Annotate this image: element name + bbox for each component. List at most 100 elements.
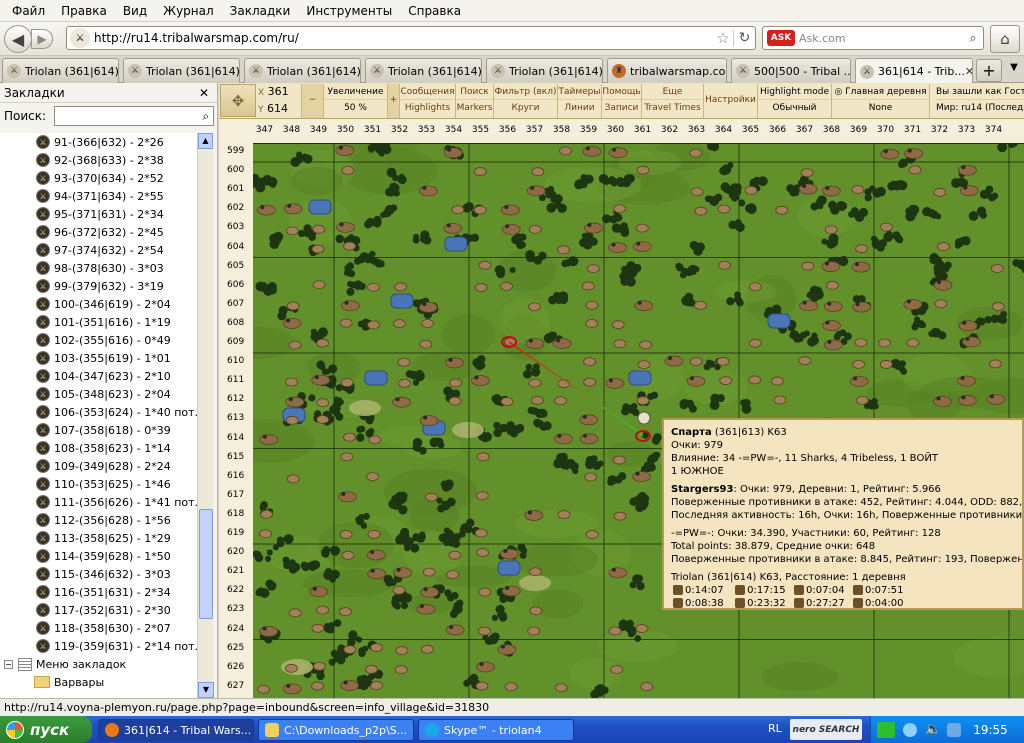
tab-1[interactable]: ⚔ Triolan (361|614)...	[2, 58, 119, 83]
radio-icon[interactable]: ◎	[834, 87, 842, 97]
settings-button[interactable]: Настройки	[703, 84, 757, 118]
bookmark-item[interactable]: ⚔ 96-(372|632) - 2*45	[0, 223, 197, 241]
bookmark-item[interactable]: ⚔ 99-(379|632) - 3*19	[0, 277, 197, 295]
tab-5[interactable]: ⚔ Triolan (361|614)...	[486, 58, 603, 83]
tab-7[interactable]: ⚔ 500|500 - Tribal ...	[731, 58, 851, 83]
green-arrow-icon[interactable]	[877, 721, 895, 738]
search-markers-button[interactable]: Поиск Markers	[455, 84, 493, 118]
start-button[interactable]: пуск	[0, 716, 92, 743]
close-icon[interactable]: ✕	[199, 86, 209, 100]
nero-search-box[interactable]: nero SEARCH	[790, 719, 862, 740]
tab-3[interactable]: ⚔ Triolan (361|614)...	[244, 58, 361, 83]
notes-label[interactable]: Записи	[605, 103, 639, 113]
pan-arrows-icon[interactable]: ✥	[220, 84, 256, 117]
close-tab-icon[interactable]: ✕	[965, 65, 972, 78]
network-icon[interactable]	[947, 722, 962, 737]
tab-list-icon[interactable]: ▼	[1006, 62, 1022, 73]
tab-2[interactable]: ⚔ Triolan (361|614)...	[123, 58, 240, 83]
tab-8-active[interactable]: ⚔ 361|614 - Trib...✕	[855, 58, 973, 84]
bookmark-item[interactable]: ⚔ 106-(353|624) - 1*40 пот...	[0, 403, 197, 421]
bookmark-item[interactable]: ⚔ 92-(368|633) - 2*38	[0, 151, 197, 169]
filter-label[interactable]: Фильтр (вкл)	[494, 84, 557, 100]
bookmark-item[interactable]: ⚔ 98-(378|630) - 3*03	[0, 259, 197, 277]
bookmark-item[interactable]: ⚔ 119-(359|631) - 2*14 пот...	[0, 637, 197, 655]
tab-6[interactable]: ♜ tribalwarsmap.co...	[607, 58, 727, 83]
collapse-toggle-icon[interactable]: −	[4, 659, 13, 669]
reload-icon[interactable]: ↻	[733, 30, 755, 46]
more-label[interactable]: Еще	[642, 84, 703, 100]
bookmark-item[interactable]: ⚔ 105-(348|623) - 2*04	[0, 385, 197, 403]
bookmark-item[interactable]: ⚔ 103-(355|619) - 1*01	[0, 349, 197, 367]
search-label-tw[interactable]: Поиск	[456, 84, 493, 100]
new-tab-button[interactable]: +	[976, 59, 1002, 82]
bookmark-item[interactable]: ⚔ 107-(358|618) - 0*39	[0, 421, 197, 439]
bookmark-item[interactable]: ⚔ 118-(358|630) - 2*07	[0, 619, 197, 637]
timers-label[interactable]: Таймеры	[558, 84, 601, 100]
menu-history[interactable]: Журнал	[155, 4, 222, 18]
bookmark-item[interactable]: ⚔ 95-(371|631) - 2*34	[0, 205, 197, 223]
highlight-mode-value[interactable]: Обычный	[773, 103, 817, 113]
bookmark-item[interactable]: ⚔ 97-(374|632) - 2*54	[0, 241, 197, 259]
tray-icon[interactable]	[903, 722, 917, 737]
y-value[interactable]: 614	[267, 102, 288, 115]
bookmark-item[interactable]: ⚔ 112-(356|628) - 1*56	[0, 511, 197, 529]
bookmark-item[interactable]: ⚔ 117-(352|631) - 2*30	[0, 601, 197, 619]
circles-label[interactable]: Круги	[511, 103, 539, 113]
menu-help[interactable]: Справка	[400, 4, 469, 18]
scroll-down-icon[interactable]: ▼	[198, 682, 214, 698]
help-notes-button[interactable]: Помощь Записи	[601, 84, 641, 118]
url-text[interactable]: http://ru14.tribalwarsmap.com/ru/	[94, 31, 713, 45]
sidebar-search-input[interactable]: ⌕	[54, 106, 215, 126]
lines-label[interactable]: Линии	[564, 103, 594, 113]
bookmark-item[interactable]: ⚔ 114-(359|628) - 1*50	[0, 547, 197, 565]
taskbar-item-explorer[interactable]: C:\Downloads_p2p\S...	[258, 719, 414, 741]
help-label[interactable]: Помощь	[602, 84, 641, 100]
bookmark-item[interactable]: ⚔ 93-(370|634) - 2*52	[0, 169, 197, 187]
more-traveltimes-button[interactable]: Еще Travel Times	[641, 84, 703, 118]
x-coordinate[interactable]: X 361	[258, 84, 298, 101]
zoom-value[interactable]: 50 %	[344, 103, 367, 113]
forward-button[interactable]: ▶	[31, 29, 53, 49]
menu-file[interactable]: Файл	[4, 4, 53, 18]
bookmark-folder-barbarians[interactable]: Варвары	[0, 673, 197, 691]
bookmark-item[interactable]: ⚔ 116-(351|631) - 2*34	[0, 583, 197, 601]
bookmark-item[interactable]: ⚔ 109-(349|628) - 2*24	[0, 457, 197, 475]
bookmark-folder-menu[interactable]: − Меню закладок	[0, 655, 197, 673]
scroll-up-icon[interactable]: ▲	[198, 133, 213, 149]
home-button[interactable]: ⌂	[990, 25, 1020, 53]
bookmark-item[interactable]: ⚔ 111-(356|626) - 1*41 пот...	[0, 493, 197, 511]
messages-label[interactable]: Сообщения	[400, 84, 455, 100]
markers-label[interactable]: Markers	[457, 103, 493, 113]
back-button[interactable]: ◀	[4, 25, 32, 53]
messages-highlights-button[interactable]: Сообщения Highlights	[399, 84, 455, 118]
travel-times-label[interactable]: Travel Times	[644, 103, 700, 113]
bookmark-item[interactable]: ⚔ 104-(347|623) - 2*10	[0, 367, 197, 385]
zoom-out-button[interactable]: −	[301, 84, 323, 118]
menu-bookmarks[interactable]: Закладки	[222, 4, 299, 18]
menu-view[interactable]: Вид	[115, 4, 155, 18]
sidebar-scrollbar[interactable]: ▲ ▼	[197, 133, 214, 698]
bookmark-item[interactable]: ⚔ 113-(358|625) - 1*29	[0, 529, 197, 547]
search-input[interactable]: Ask.com	[799, 32, 963, 45]
highlights-label[interactable]: Highlights	[405, 103, 450, 113]
zoom-in-button[interactable]: +	[387, 84, 399, 118]
menu-tools[interactable]: Инструменты	[298, 4, 400, 18]
tab-4[interactable]: ⚔ Triolan (361|614)...	[365, 58, 482, 83]
bookmark-item[interactable]: ⚔ 94-(371|634) - 2*55	[0, 187, 197, 205]
bookmark-item[interactable]: ⚔ 100-(346|619) - 2*04	[0, 295, 197, 313]
url-bar[interactable]: ⚔ http://ru14.tribalwarsmap.com/ru/ ☆ ↻	[66, 26, 756, 50]
main-village-value[interactable]: None	[869, 103, 892, 113]
bookmark-star-icon[interactable]: ☆	[713, 29, 733, 47]
search-icon[interactable]: ⌕	[963, 31, 983, 46]
y-coordinate[interactable]: Y 614	[258, 101, 298, 118]
bookmark-item[interactable]: ⚔ 115-(346|632) - 3*03	[0, 565, 197, 583]
language-indicator[interactable]: RL	[768, 722, 782, 735]
timers-lines-button[interactable]: Таймеры Линии	[557, 84, 601, 118]
search-bar[interactable]: ASK Ask.com ⌕	[762, 26, 984, 50]
volume-icon[interactable]: 🔈	[925, 722, 941, 737]
taskbar-item-skype[interactable]: Skype™ - triolan4	[418, 719, 574, 741]
menu-edit[interactable]: Правка	[53, 4, 115, 18]
bookmark-item[interactable]: ⚔ 108-(358|623) - 1*14	[0, 439, 197, 457]
bookmark-item[interactable]: ⚔ 102-(355|616) - 0*49	[0, 331, 197, 349]
bookmark-item[interactable]: ⚔ 110-(353|625) - 1*46	[0, 475, 197, 493]
